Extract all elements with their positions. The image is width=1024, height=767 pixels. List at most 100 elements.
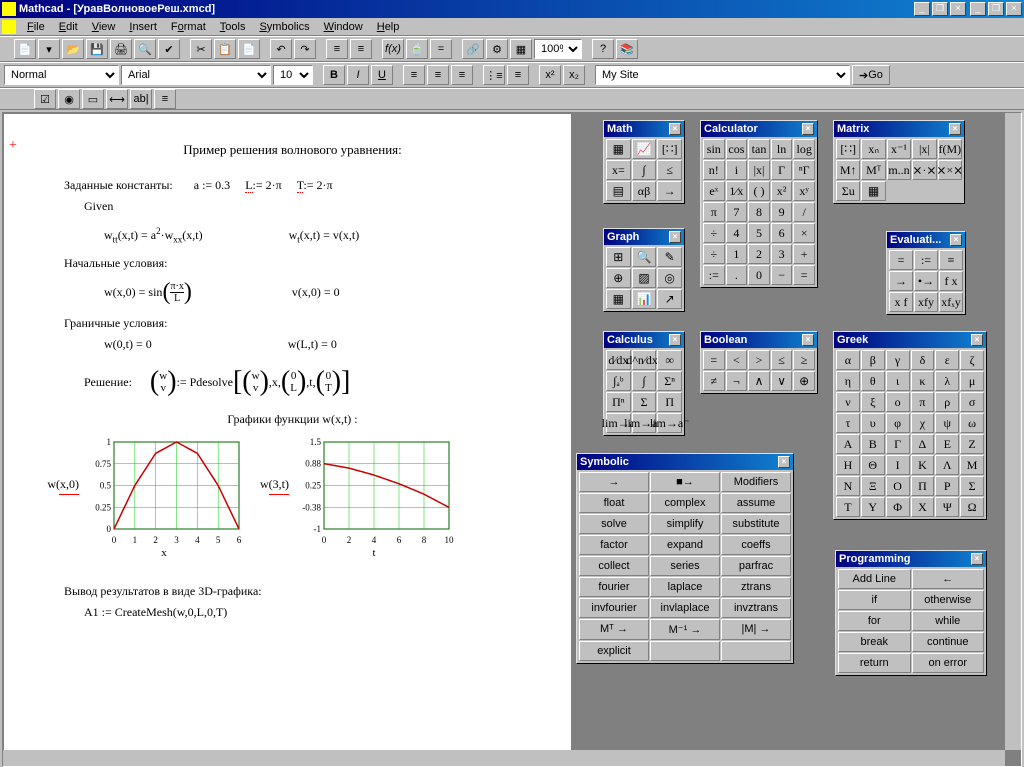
- greek-body-btn-24[interactable]: Α: [836, 434, 860, 454]
- scatter3d-plot[interactable]: ▦: [606, 289, 631, 309]
- sym-body-btn-20[interactable]: invztrans: [721, 598, 791, 618]
- save-button[interactable]: 💾: [86, 39, 108, 59]
- bool-body-btn-3[interactable]: ≤: [771, 350, 793, 370]
- graph-icon[interactable]: 📈: [632, 139, 657, 159]
- zoom-combo[interactable]: 100%: [534, 39, 582, 59]
- greek-body-btn-3[interactable]: δ: [911, 350, 935, 370]
- calculus-close[interactable]: ×: [669, 334, 681, 346]
- calculus-body-btn-6[interactable]: Πⁿ: [606, 392, 631, 412]
- calc-close[interactable]: ×: [802, 123, 814, 135]
- calc-body-btn-8[interactable]: Γ: [771, 160, 793, 180]
- matrix-body-btn-3[interactable]: |x|: [912, 139, 936, 159]
- prog-body-btn-3[interactable]: otherwise: [912, 590, 985, 610]
- sym-icon[interactable]: →: [657, 181, 682, 201]
- matrix-body-btn-8[interactable]: ⨯·⨯: [912, 160, 936, 180]
- bool-close[interactable]: ×: [802, 334, 814, 346]
- eval-body-btn-4[interactable]: •→: [914, 271, 938, 291]
- print-button[interactable]: 🖨: [110, 39, 132, 59]
- mdi-close-button[interactable]: ×: [950, 2, 966, 16]
- align-center-button[interactable]: ≡: [427, 65, 449, 85]
- greek-body-btn-0[interactable]: α: [836, 350, 860, 370]
- calc-body-btn-6[interactable]: i: [726, 160, 748, 180]
- redo-button[interactable]: ↷: [294, 39, 316, 59]
- greek-close[interactable]: ×: [971, 334, 983, 346]
- maximize-button[interactable]: ❐: [988, 2, 1004, 16]
- sup-button[interactable]: x²: [539, 65, 561, 85]
- calc-body-btn-32[interactable]: 0: [748, 265, 770, 285]
- sym-body-btn-8[interactable]: substitute: [721, 514, 791, 534]
- greek-body-btn-45[interactable]: Χ: [911, 497, 935, 517]
- menu-symbolics[interactable]: Symbolics: [252, 19, 316, 35]
- calc-body-btn-1[interactable]: cos: [726, 139, 748, 159]
- greek-body-btn-26[interactable]: Γ: [886, 434, 910, 454]
- greek-body-btn-37[interactable]: Ξ: [861, 476, 885, 496]
- eval-body-btn-6[interactable]: x f: [889, 292, 913, 312]
- calc-body-btn-16[interactable]: 7: [726, 202, 748, 222]
- greek-body-btn-16[interactable]: ρ: [935, 392, 959, 412]
- greek-body-btn-14[interactable]: ο: [886, 392, 910, 412]
- greek-body-btn-4[interactable]: ε: [935, 350, 959, 370]
- greek-body-btn-2[interactable]: γ: [886, 350, 910, 370]
- plot-2[interactable]: w(3,t) 0246810-1-0.380.250.881.5 t: [294, 437, 454, 559]
- greek-body-btn-41[interactable]: Σ: [960, 476, 984, 496]
- greek-body-btn-11[interactable]: μ: [960, 371, 984, 391]
- greek-body-btn-18[interactable]: τ: [836, 413, 860, 433]
- greek-body-btn-23[interactable]: ω: [960, 413, 984, 433]
- sym-body-btn-14[interactable]: parfrac: [721, 556, 791, 576]
- calculus-body-btn-8[interactable]: Π: [657, 392, 682, 412]
- zoom-plot[interactable]: 🔍: [632, 247, 657, 267]
- button-ctrl[interactable]: ▭: [82, 89, 104, 109]
- menu-help[interactable]: Help: [370, 19, 407, 35]
- prog-body-btn-0[interactable]: Add Line: [838, 569, 911, 589]
- bool-body-btn-0[interactable]: =: [703, 350, 725, 370]
- prog-body-btn-7[interactable]: continue: [912, 632, 985, 652]
- greek-body-btn-30[interactable]: Η: [836, 455, 860, 475]
- copy-button[interactable]: 📋: [214, 39, 236, 59]
- calc-body-btn-5[interactable]: n!: [703, 160, 725, 180]
- math-close[interactable]: ×: [669, 123, 681, 135]
- calculus-body-btn-4[interactable]: ∫: [632, 371, 657, 391]
- calc-body-btn-30[interactable]: :=: [703, 265, 725, 285]
- prog-body-btn-2[interactable]: if: [838, 590, 911, 610]
- calc-body-btn-33[interactable]: −: [771, 265, 793, 285]
- calc-body-btn-2[interactable]: tan: [748, 139, 770, 159]
- new-button[interactable]: 📄: [14, 39, 36, 59]
- sym-body-btn-6[interactable]: solve: [579, 514, 649, 534]
- sym-body-btn-19[interactable]: invlaplace: [650, 598, 720, 618]
- horizontal-scrollbar[interactable]: [3, 750, 1005, 766]
- programming-palette[interactable]: Programming× Add Line←ifotherwiseforwhil…: [835, 550, 987, 676]
- mdi-icon[interactable]: [2, 20, 16, 34]
- matrix-body-btn-10[interactable]: Σu: [836, 181, 860, 201]
- calc-body-btn-22[interactable]: 5: [748, 223, 770, 243]
- list-ctrl[interactable]: ≡: [154, 89, 176, 109]
- go-button[interactable]: ➔Go: [852, 65, 890, 85]
- greek-body-btn-1[interactable]: β: [861, 350, 885, 370]
- preview-button[interactable]: 🔍: [134, 39, 156, 59]
- greek-body-btn-5[interactable]: ζ: [960, 350, 984, 370]
- bool-body-btn-1[interactable]: <: [726, 350, 748, 370]
- sym-body-btn-7[interactable]: simplify: [650, 514, 720, 534]
- calculator-palette[interactable]: Calculator× sincostanlnlogn!i|x|ΓⁿГeˣ1⁄x…: [700, 120, 818, 288]
- minimize-button[interactable]: _: [970, 2, 986, 16]
- bool-body-btn-2[interactable]: >: [748, 350, 770, 370]
- math-palette[interactable]: Math× ▦📈[∷] x=∫≤ ▤αβ→: [603, 120, 685, 204]
- greek-body-btn-7[interactable]: θ: [861, 371, 885, 391]
- polar-plot[interactable]: ⊕: [606, 268, 631, 288]
- calc-body-btn-26[interactable]: 1: [726, 244, 748, 264]
- matrix-body-btn-6[interactable]: Mᵀ: [861, 160, 885, 180]
- calc-body-btn-18[interactable]: 9: [771, 202, 793, 222]
- calc-body-btn-4[interactable]: log: [793, 139, 815, 159]
- slider-ctrl[interactable]: ⟷: [106, 89, 128, 109]
- greek-body-btn-10[interactable]: λ: [935, 371, 959, 391]
- sym-body-btn-1[interactable]: ■→: [650, 472, 720, 492]
- eval-body-btn-2[interactable]: ≡: [939, 250, 963, 270]
- sym-body-btn-12[interactable]: collect: [579, 556, 649, 576]
- menu-format[interactable]: Format: [164, 19, 213, 35]
- prog-body-btn-6[interactable]: break: [838, 632, 911, 652]
- bar3d-plot[interactable]: 📊: [632, 289, 657, 309]
- boolean-palette[interactable]: Boolean× =<>≤≥≠¬∧∨⊕: [700, 331, 818, 394]
- underline-button[interactable]: U: [371, 65, 393, 85]
- size-combo[interactable]: 10: [273, 65, 313, 85]
- checkbox-ctrl[interactable]: ☑: [34, 89, 56, 109]
- calc-body-btn-17[interactable]: 8: [748, 202, 770, 222]
